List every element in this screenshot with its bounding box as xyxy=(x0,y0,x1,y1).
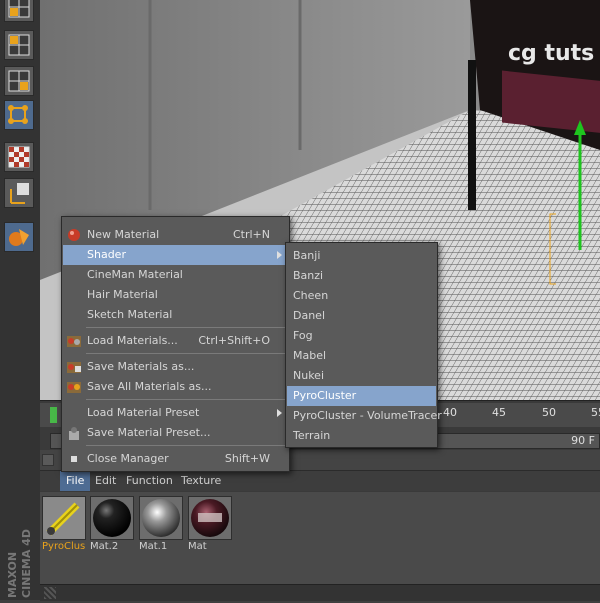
maxon-cinema4d-logo: MAXON CINEMA 4D xyxy=(2,510,38,600)
tick-label: 45 xyxy=(492,406,506,419)
menu-separator xyxy=(86,353,286,354)
menu-item-shader[interactable]: Shader xyxy=(63,245,288,265)
menu-function[interactable]: Function xyxy=(120,471,179,491)
material-manager: File Edit Function Texture PyroClus Mat.… xyxy=(40,450,600,601)
menu-file[interactable]: File xyxy=(60,471,91,491)
tool-button-grid-c[interactable] xyxy=(4,66,34,96)
panel-grip-icon[interactable] xyxy=(42,454,54,466)
menu-separator xyxy=(86,445,286,446)
grid-layout-icon xyxy=(8,34,30,56)
sign-text: cg tuts xyxy=(508,41,594,66)
shader-item-terrain[interactable]: Terrain xyxy=(287,426,436,446)
load-materials-icon xyxy=(66,333,82,349)
shader-item-mabel[interactable]: Mabel xyxy=(287,346,436,366)
status-grip-icon[interactable] xyxy=(44,587,56,599)
point-mode-icon xyxy=(8,105,28,124)
material-label: Mat xyxy=(188,541,207,552)
tool-button-object[interactable] xyxy=(4,222,34,252)
menu-item-load-material-preset[interactable]: Load Material Preset xyxy=(63,403,288,423)
menu-edit[interactable]: Edit xyxy=(89,471,122,491)
menu-item-save-all-materials-as[interactable]: Save All Materials as... xyxy=(63,377,288,397)
shader-item-cheen[interactable]: Cheen xyxy=(287,286,436,306)
menu-item-save-materials-as[interactable]: Save Materials as... xyxy=(63,357,288,377)
material-label: PyroClus xyxy=(42,541,86,552)
checker-texture-icon xyxy=(8,146,30,168)
material-menubar: File Edit Function Texture xyxy=(40,471,600,509)
menu-texture[interactable]: Texture xyxy=(175,471,227,491)
shader-item-banzi[interactable]: Banzi xyxy=(287,266,436,286)
shader-item-nukei[interactable]: Nukei xyxy=(287,366,436,386)
material-preview xyxy=(139,496,183,540)
shader-item-fog[interactable]: Fog xyxy=(287,326,436,346)
grid-layout-icon xyxy=(8,70,30,92)
pyrocluster-icon xyxy=(43,497,85,539)
shader-item-pyrocluster[interactable]: PyroCluster xyxy=(287,386,436,406)
cg-tuts-sphere-icon xyxy=(189,497,231,539)
shader-item-danel[interactable]: Danel xyxy=(287,306,436,326)
menu-separator xyxy=(86,399,286,400)
sign-panel xyxy=(502,70,600,133)
menu-item-hair-material[interactable]: Hair Material xyxy=(63,285,288,305)
menu-item-load-materials[interactable]: Load Materials... Ctrl+Shift+O xyxy=(63,331,288,351)
status-bar xyxy=(40,584,600,601)
tick-label: 40 xyxy=(443,406,457,419)
shader-item-banji[interactable]: Banji xyxy=(287,246,436,266)
menu-item-new-material[interactable]: New Material Ctrl+N xyxy=(63,225,288,245)
texture-axis-icon xyxy=(10,183,29,204)
submenu-arrow-icon xyxy=(277,409,282,417)
current-frame-marker[interactable] xyxy=(50,407,57,423)
material-preview xyxy=(42,496,86,540)
shader-submenu: Banji Banzi Cheen Danel Fog Mabel Nukei … xyxy=(285,242,442,448)
tick-label: 50 xyxy=(542,406,556,419)
save-all-materials-icon xyxy=(66,379,82,395)
brand-line1: MAXON xyxy=(6,552,19,598)
menu-item-sketch-material[interactable]: Sketch Material xyxy=(63,305,288,325)
shader-item-pyrocluster-volumetracer[interactable]: PyroCluster - VolumeTracer xyxy=(287,406,442,426)
tick-label: 55 xyxy=(591,406,600,419)
material-label: Mat.1 xyxy=(139,541,168,552)
grid-layout-icon xyxy=(8,0,30,18)
menu-item-save-material-preset[interactable]: Save Material Preset... xyxy=(63,423,288,443)
material-item[interactable]: Mat.2 xyxy=(90,496,134,554)
tool-button-grid-a[interactable] xyxy=(4,0,34,22)
save-materials-icon xyxy=(66,359,82,375)
tool-button-texture-axis[interactable] xyxy=(4,178,34,208)
material-list[interactable]: PyroClus Mat.2 Mat.1 Mat xyxy=(40,492,600,584)
brand-line2: CINEMA 4D xyxy=(20,529,33,598)
tool-button-checker[interactable] xyxy=(4,142,34,172)
material-item[interactable]: Mat.1 xyxy=(139,496,183,554)
menu-item-close-manager[interactable]: Close Manager Shift+W xyxy=(63,449,288,469)
object-mode-icon xyxy=(9,229,29,246)
close-manager-icon xyxy=(66,451,82,467)
menu-item-cineman-material[interactable]: CineMan Material xyxy=(63,265,288,285)
material-preview xyxy=(188,496,232,540)
metal-sphere-icon xyxy=(140,497,182,539)
new-material-icon xyxy=(66,227,82,243)
file-menu-dropdown: New Material Ctrl+N Shader CineMan Mater… xyxy=(61,216,290,472)
submenu-arrow-icon xyxy=(277,251,282,259)
tool-button-points[interactable] xyxy=(4,100,34,130)
sign-pole xyxy=(468,60,476,210)
tool-button-grid-b[interactable] xyxy=(4,30,34,60)
material-preview xyxy=(90,496,134,540)
black-sphere-icon xyxy=(91,497,133,539)
material-item[interactable]: PyroClus xyxy=(42,496,86,554)
material-item[interactable]: Mat xyxy=(188,496,232,554)
save-preset-icon xyxy=(66,425,82,441)
menu-separator xyxy=(86,327,286,328)
end-frame: 90 F xyxy=(571,434,595,447)
material-label: Mat.2 xyxy=(90,541,119,552)
left-tool-palette: MAXON CINEMA 4D xyxy=(0,0,41,600)
